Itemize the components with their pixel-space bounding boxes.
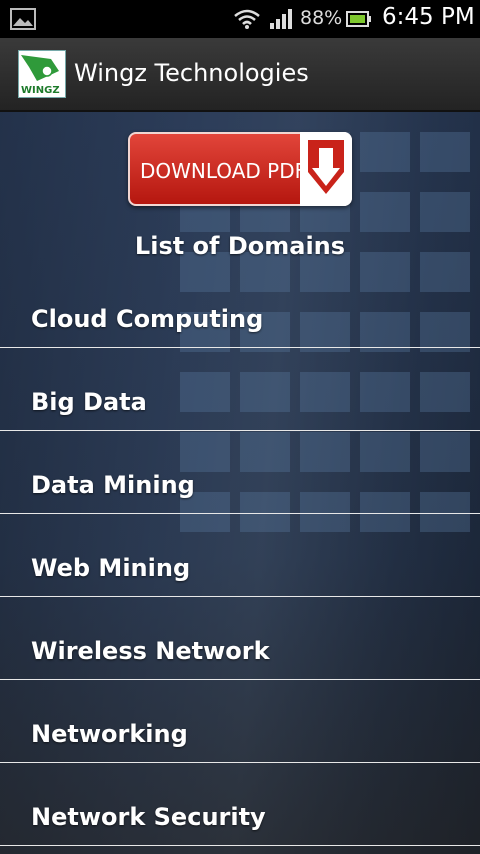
domain-item-web-mining[interactable]: Web Mining (0, 514, 480, 597)
app-title: Wingz Technologies (74, 59, 309, 87)
domain-item-label: Web Mining (31, 554, 191, 582)
domain-item-label: Network Security (31, 803, 266, 831)
battery-percent: 88% (300, 7, 343, 29)
signal-icon (270, 9, 292, 29)
domain-item-label: Big Data (31, 388, 147, 416)
logo-text: WINGZ (21, 85, 60, 96)
domain-item-data-mining[interactable]: Data Mining (0, 431, 480, 514)
download-pdf-label: DOWNLOAD PDF (140, 159, 307, 183)
action-bar: WINGZ Wingz Technologies (0, 38, 480, 112)
download-pdf-button[interactable]: DOWNLOAD PDF (128, 132, 352, 206)
domain-item-label: Data Mining (31, 471, 195, 499)
domain-item-wireless-network[interactable]: Wireless Network (0, 597, 480, 680)
domain-item-big-data[interactable]: Big Data (0, 348, 480, 431)
domain-item-label: Wireless Network (31, 637, 270, 665)
domain-list-screen[interactable]: DOWNLOAD PDF List of Domains Cloud Compu… (0, 112, 480, 854)
section-title: List of Domains (134, 232, 346, 260)
wifi-icon (234, 9, 260, 29)
domain-item-label: Cloud Computing (31, 305, 264, 333)
domain-item-network-security[interactable]: Network Security (0, 763, 480, 846)
down-arrow-icon (308, 140, 344, 194)
domain-item-cloud-computing[interactable]: Cloud Computing (0, 265, 480, 348)
domain-item-networking[interactable]: Networking (0, 680, 480, 763)
picture-icon (10, 8, 36, 30)
battery-icon (346, 11, 371, 27)
app-logo[interactable]: WINGZ (18, 50, 66, 98)
download-arrow-box (300, 132, 352, 206)
status-bar: 88% 6:45 PM (0, 0, 480, 38)
clock: 6:45 PM (382, 4, 475, 30)
domain-item-label: Networking (31, 720, 188, 748)
wing-icon (21, 55, 59, 81)
